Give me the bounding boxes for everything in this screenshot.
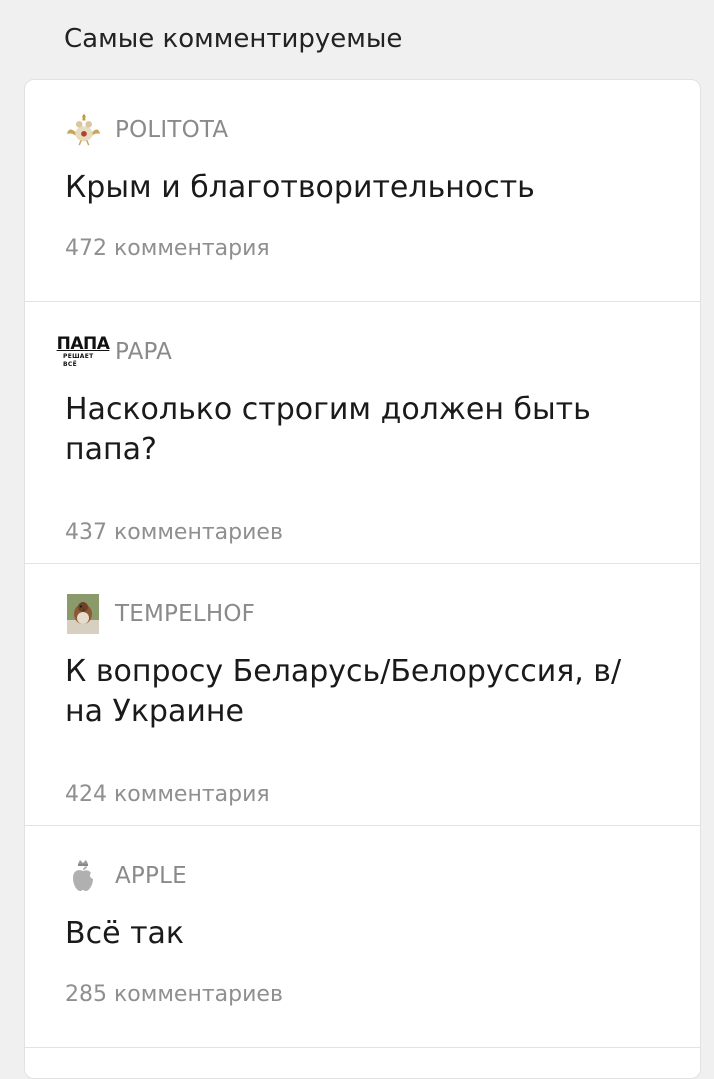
- item-source[interactable]: ПАПА РЕШАЕТ ВСЁ PAPA: [57, 334, 173, 370]
- source-name: TEMPELHOF: [115, 601, 256, 627]
- comment-count[interactable]: 437 комментариев: [65, 520, 283, 545]
- item-source[interactable]: TEMPELHOF: [65, 594, 256, 634]
- papa-logo-text: ПАПА: [56, 334, 110, 354]
- source-name: PAPA: [115, 339, 173, 365]
- comment-count[interactable]: 472 комментария: [65, 236, 270, 261]
- papa-logo-subtext: РЕШАЕТ ВСЁ: [63, 353, 94, 368]
- sparrow-photo-icon: [65, 594, 101, 634]
- section-title: Самые комментируемые: [64, 24, 403, 54]
- double-headed-bird-icon: [65, 112, 101, 148]
- papa-logo-icon: ПАПА РЕШАЕТ ВСЁ: [57, 334, 110, 370]
- item-title[interactable]: Насколько строгим должен быть папа?: [65, 390, 640, 470]
- item-title[interactable]: Всё так: [65, 914, 640, 954]
- most-commented-list: POLITOTA Крым и благотворительность 472 …: [24, 79, 701, 1079]
- source-name: POLITOTA: [115, 117, 229, 143]
- comment-count[interactable]: 424 комментария: [65, 782, 270, 807]
- item-source[interactable]: APPLE: [65, 858, 187, 894]
- list-item[interactable]: APPLE Всё так 285 комментариев: [25, 826, 700, 1048]
- apple-crown-icon: [65, 858, 101, 894]
- item-title[interactable]: Крым и благотворительность: [65, 168, 640, 208]
- comment-count[interactable]: 285 комментариев: [65, 982, 283, 1007]
- list-item[interactable]: ПАПА РЕШАЕТ ВСЁ PAPA Насколько строгим д…: [25, 302, 700, 564]
- list-item[interactable]: POLITOTA Крым и благотворительность 472 …: [25, 80, 700, 302]
- list-item[interactable]: TEMPELHOF К вопросу Беларусь/Белоруссия,…: [25, 564, 700, 826]
- item-title[interactable]: К вопросу Беларусь/Белоруссия, в/на Укра…: [65, 652, 640, 732]
- source-name: APPLE: [115, 863, 187, 889]
- item-source[interactable]: POLITOTA: [65, 112, 228, 148]
